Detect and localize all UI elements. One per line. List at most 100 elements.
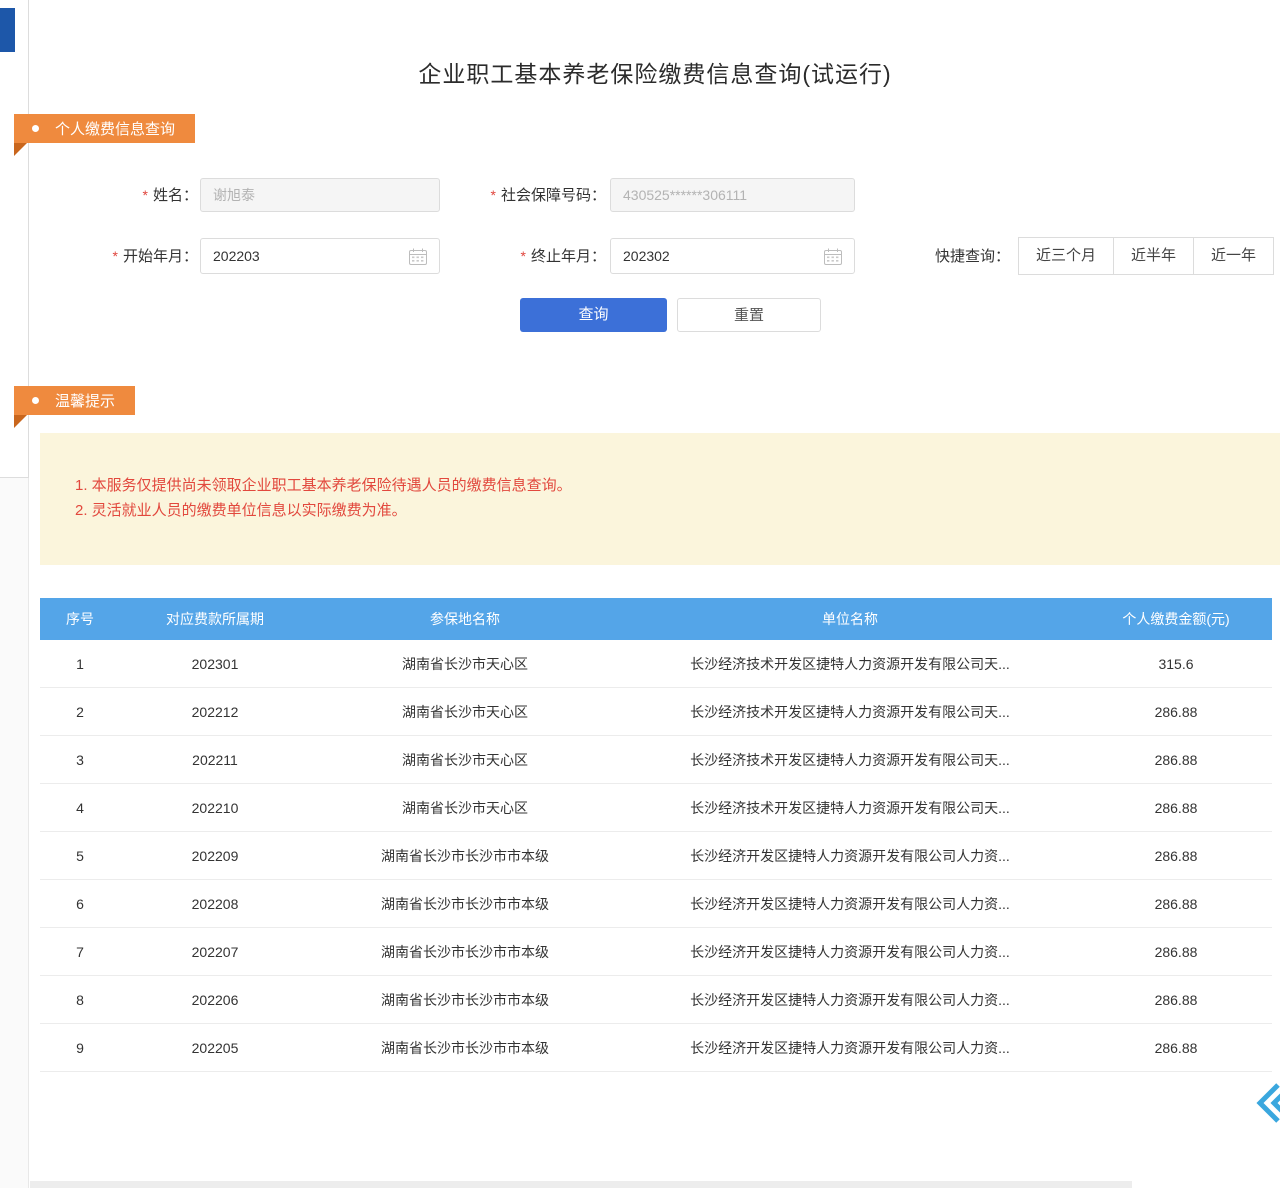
quick-option-last-half-year[interactable]: 近半年	[1113, 237, 1194, 275]
table-cell: 8	[40, 992, 120, 1008]
table-header-period: 对应费款所属期	[120, 609, 310, 629]
table-cell: 长沙经济开发区捷特人力资源开发有限公司人力资...	[620, 990, 1080, 1010]
table-cell: 湖南省长沙市天心区	[310, 750, 620, 770]
table-row: 6202208湖南省长沙市长沙市市本级长沙经济开发区捷特人力资源开发有限公司人力…	[40, 880, 1272, 928]
table-header-index: 序号	[40, 609, 120, 629]
end-month-label: *终止年月：	[450, 239, 606, 273]
name-label: *姓名：	[80, 178, 198, 212]
quick-query-group: 近三个月 近半年 近一年	[1018, 237, 1274, 275]
ribbon-fold	[14, 415, 27, 428]
table-cell: 202212	[120, 704, 310, 720]
table-cell: 长沙经济技术开发区捷特人力资源开发有限公司天...	[620, 702, 1080, 722]
table-cell: 2	[40, 704, 120, 720]
table-row: 3202211湖南省长沙市天心区长沙经济技术开发区捷特人力资源开发有限公司天..…	[40, 736, 1272, 784]
table-cell: 202207	[120, 944, 310, 960]
bottom-strip	[30, 1181, 1132, 1188]
calendar-icon[interactable]	[409, 248, 427, 265]
table-row: 7202207湖南省长沙市长沙市市本级长沙经济开发区捷特人力资源开发有限公司人力…	[40, 928, 1272, 976]
double-left-chevron-icon[interactable]	[1250, 1080, 1280, 1126]
table-cell: 9	[40, 1040, 120, 1056]
ssn-label: *社会保障号码：	[450, 178, 606, 212]
end-month-field[interactable]: 202302	[610, 238, 855, 274]
bullet-dot-icon	[32, 125, 39, 132]
bullet-dot-icon	[32, 397, 39, 404]
ssn-value: 430525******306111	[623, 187, 842, 203]
start-month-field[interactable]: 202203	[200, 238, 440, 274]
table-cell: 202206	[120, 992, 310, 1008]
section-badge-tips: 温馨提示	[14, 386, 135, 415]
table-cell: 湖南省长沙市长沙市市本级	[310, 894, 620, 914]
table-cell: 长沙经济开发区捷特人力资源开发有限公司人力资...	[620, 894, 1080, 914]
table-cell: 286.88	[1080, 1040, 1272, 1056]
quick-option-last-year[interactable]: 近一年	[1193, 237, 1274, 275]
required-mark: *	[491, 187, 496, 203]
required-mark: *	[113, 248, 118, 264]
table-cell: 湖南省长沙市长沙市市本级	[310, 942, 620, 962]
table-cell: 286.88	[1080, 992, 1272, 1008]
quick-option-last-3-months[interactable]: 近三个月	[1018, 237, 1114, 275]
page-title: 企业职工基本养老保险缴费信息查询(试运行)	[30, 55, 1280, 89]
table-cell: 202208	[120, 896, 310, 912]
table-header-company: 单位名称	[620, 609, 1080, 629]
table-row: 2202212湖南省长沙市天心区长沙经济技术开发区捷特人力资源开发有限公司天..…	[40, 688, 1272, 736]
calendar-icon[interactable]	[824, 248, 842, 265]
table-cell: 长沙经济技术开发区捷特人力资源开发有限公司天...	[620, 654, 1080, 674]
table-cell: 286.88	[1080, 848, 1272, 864]
required-mark: *	[521, 248, 526, 264]
table-row: 9202205湖南省长沙市长沙市市本级长沙经济开发区捷特人力资源开发有限公司人力…	[40, 1024, 1272, 1072]
notice-line: 2. 灵活就业人员的缴费单位信息以实际缴费为准。	[75, 498, 1280, 523]
table-header-row: 序号 对应费款所属期 参保地名称 单位名称 个人缴费金额(元)	[40, 598, 1272, 640]
notice-line: 1. 本服务仅提供尚未领取企业职工基本养老保险待遇人员的缴费信息查询。	[75, 433, 1280, 498]
start-month-value: 202203	[213, 248, 409, 264]
table-cell: 湖南省长沙市天心区	[310, 702, 620, 722]
required-mark: *	[143, 187, 148, 203]
table-row: 8202206湖南省长沙市长沙市市本级长沙经济开发区捷特人力资源开发有限公司人力…	[40, 976, 1272, 1024]
start-month-label: *开始年月：	[80, 239, 198, 273]
table-cell: 6	[40, 896, 120, 912]
page: 企业职工基本养老保险缴费信息查询(试运行) 个人缴费信息查询 *姓名： 谢旭泰 …	[0, 0, 1280, 1188]
table-cell: 286.88	[1080, 800, 1272, 816]
name-value: 谢旭泰	[213, 185, 427, 205]
table-cell: 1	[40, 656, 120, 672]
table-cell: 202301	[120, 656, 310, 672]
table-header-amount: 个人缴费金额(元)	[1080, 609, 1272, 629]
table-cell: 202209	[120, 848, 310, 864]
query-button[interactable]: 查询	[520, 298, 667, 332]
table-cell: 湖南省长沙市天心区	[310, 798, 620, 818]
quick-query-label: 快捷查询：	[915, 238, 1010, 276]
table-cell: 286.88	[1080, 704, 1272, 720]
ssn-field[interactable]: 430525******306111	[610, 178, 855, 212]
ribbon-fold	[14, 143, 27, 156]
table-cell: 长沙经济技术开发区捷特人力资源开发有限公司天...	[620, 798, 1080, 818]
table-cell: 4	[40, 800, 120, 816]
notice-panel: 1. 本服务仅提供尚未领取企业职工基本养老保险待遇人员的缴费信息查询。 2. 灵…	[40, 433, 1280, 565]
table-cell: 202211	[120, 752, 310, 768]
table-cell: 202205	[120, 1040, 310, 1056]
name-field[interactable]: 谢旭泰	[200, 178, 440, 212]
table-cell: 湖南省长沙市天心区	[310, 654, 620, 674]
table-cell: 湖南省长沙市长沙市市本级	[310, 846, 620, 866]
table-row: 4202210湖南省长沙市天心区长沙经济技术开发区捷特人力资源开发有限公司天..…	[40, 784, 1272, 832]
table-cell: 7	[40, 944, 120, 960]
table-row: 5202209湖南省长沙市长沙市市本级长沙经济开发区捷特人力资源开发有限公司人力…	[40, 832, 1272, 880]
end-month-value: 202302	[623, 248, 824, 264]
table-cell: 湖南省长沙市长沙市市本级	[310, 990, 620, 1010]
table-cell: 湖南省长沙市长沙市市本级	[310, 1038, 620, 1058]
sidebar-tab[interactable]	[0, 8, 15, 52]
table-cell: 286.88	[1080, 896, 1272, 912]
payment-table: 序号 对应费款所属期 参保地名称 单位名称 个人缴费金额(元) 1202301湖…	[40, 598, 1272, 1072]
table-body: 1202301湖南省长沙市天心区长沙经济技术开发区捷特人力资源开发有限公司天..…	[40, 640, 1272, 1072]
table-cell: 202210	[120, 800, 310, 816]
table-cell: 3	[40, 752, 120, 768]
reset-button[interactable]: 重置	[677, 298, 821, 332]
table-row: 1202301湖南省长沙市天心区长沙经济技术开发区捷特人力资源开发有限公司天..…	[40, 640, 1272, 688]
section-badge-query-label: 个人缴费信息查询	[55, 118, 175, 139]
table-cell: 长沙经济开发区捷特人力资源开发有限公司人力资...	[620, 942, 1080, 962]
table-cell: 长沙经济技术开发区捷特人力资源开发有限公司天...	[620, 750, 1080, 770]
table-cell: 长沙经济开发区捷特人力资源开发有限公司人力资...	[620, 1038, 1080, 1058]
section-badge-tips-label: 温馨提示	[55, 390, 115, 411]
table-cell: 长沙经济开发区捷特人力资源开发有限公司人力资...	[620, 846, 1080, 866]
section-badge-query: 个人缴费信息查询	[14, 114, 195, 143]
table-cell: 5	[40, 848, 120, 864]
table-cell: 286.88	[1080, 944, 1272, 960]
